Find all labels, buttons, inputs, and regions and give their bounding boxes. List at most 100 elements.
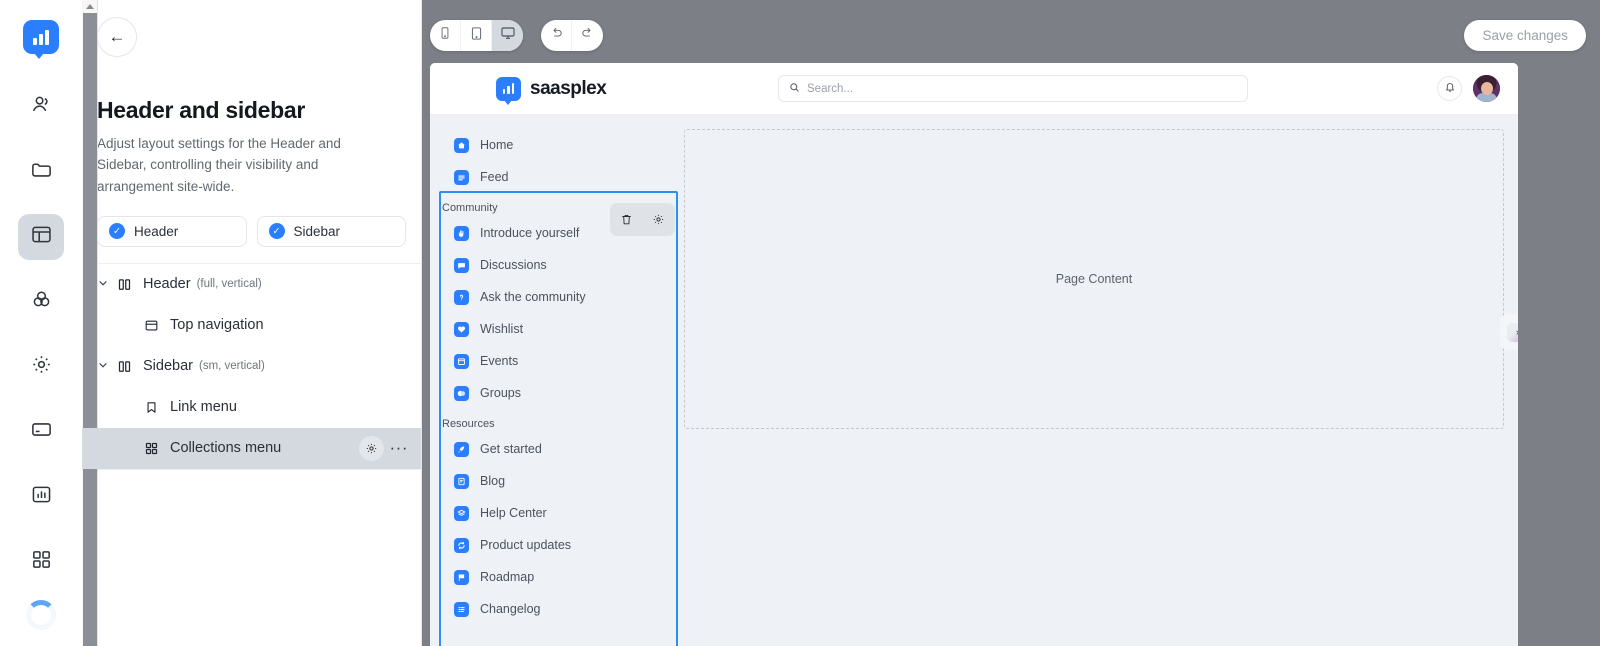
bar-chart-logo-icon	[23, 20, 59, 59]
list-icon	[454, 601, 469, 617]
preview-menu-item-changelog[interactable]: Changelog	[430, 593, 678, 625]
arrow-left-icon: ←	[108, 27, 126, 46]
page-content-placeholder[interactable]: Page Content	[684, 129, 1504, 429]
rail-item-layout[interactable]	[18, 214, 64, 260]
preview-menu-item-get-started[interactable]: Get started	[430, 433, 678, 465]
gear-icon[interactable]	[358, 435, 384, 461]
checkbox-header[interactable]: ✓ Header	[97, 215, 247, 247]
rail-item-analytics[interactable]	[18, 474, 64, 520]
divider	[82, 468, 421, 470]
preview-menu-item-help-center[interactable]: Help Center	[430, 497, 678, 529]
device-mobile-button[interactable]	[430, 20, 461, 51]
tree-item-label: Top navigation	[170, 317, 264, 334]
tree-item-link-menu[interactable]: Link menu	[82, 387, 421, 428]
preview-menu-item-blog[interactable]: Blog	[430, 465, 678, 497]
calendar-icon	[454, 353, 469, 369]
preview-menu-item-home[interactable]: Home	[430, 129, 678, 161]
check-icon: ✓	[268, 223, 285, 240]
app-logo-button[interactable]	[18, 14, 64, 60]
home-icon	[454, 137, 469, 153]
redo-button[interactable]	[572, 20, 603, 51]
bar-chart-logo-icon	[496, 76, 521, 105]
tree-item-top-navigation[interactable]: Top navigation	[82, 305, 421, 346]
tree-item-header[interactable]: Header (full, vertical)	[82, 264, 421, 305]
preview-menu-item-wishlist[interactable]: Wishlist	[430, 313, 678, 345]
rocket-icon	[454, 441, 469, 457]
preview-menu-label: Wishlist	[480, 322, 524, 336]
preview-menu-label: Home	[480, 138, 514, 152]
preview-menu-item-roadmap[interactable]: Roadmap	[430, 561, 678, 593]
rail-item-settings[interactable]	[18, 344, 64, 390]
tree-row-actions: ···	[358, 435, 408, 461]
preview-menu-label: Groups	[480, 386, 521, 400]
preview-menu-item-groups[interactable]: Groups	[430, 377, 678, 409]
gear-icon[interactable]	[652, 213, 665, 226]
preview-group-label-resources: Resources	[442, 418, 495, 430]
site-preview: saasplex Search... Home Feed Community I…	[430, 63, 1518, 646]
scroll-up-arrow[interactable]	[85, 4, 94, 9]
avatar[interactable]	[1473, 75, 1500, 102]
folder-icon	[30, 158, 53, 186]
trash-icon[interactable]	[620, 213, 633, 226]
chevron-down-icon[interactable]	[97, 277, 117, 292]
page-description: Adjust layout settings for the Header an…	[97, 136, 341, 194]
preview-menu-item-events[interactable]: Events	[430, 345, 678, 377]
page-content-label: Page Content	[1055, 272, 1133, 286]
checkbox-sidebar[interactable]: ✓ Sidebar	[256, 215, 406, 247]
document-icon	[454, 473, 469, 489]
tree-item-collections-menu[interactable]: Collections menu ···	[82, 427, 421, 469]
preview-menu-label: Blog	[480, 474, 506, 488]
collapse-icon: ›‹	[1507, 322, 1518, 342]
more-options-icon[interactable]: ···	[390, 439, 408, 456]
selection-toolbar	[610, 203, 675, 236]
chart-box-icon	[30, 483, 53, 511]
grid-apps-icon	[30, 548, 53, 576]
rail-item-apps[interactable]	[18, 539, 64, 585]
check-icon: ✓	[109, 223, 125, 240]
preview-sidebar: Home Feed Community Introduce yourself D…	[430, 115, 678, 646]
preview-menu-label: Changelog	[480, 602, 541, 616]
tree-item-meta: (full, vertical)	[196, 278, 262, 291]
notifications-button[interactable]	[1437, 76, 1462, 101]
settings-panel: ← Header and sidebar Adjust layout setti…	[82, 0, 422, 646]
tree-item-label: Sidebar	[143, 358, 193, 375]
icon-rail	[0, 0, 82, 646]
chevron-down-icon[interactable]	[97, 359, 117, 374]
page-title: Header and sidebar	[97, 97, 306, 123]
rail-item-circles[interactable]	[18, 279, 64, 325]
search-input[interactable]: Search...	[778, 75, 1248, 102]
checkbox-sidebar-label: Sidebar	[293, 223, 341, 239]
layout-tree: Header (full, vertical) Top navigation S…	[82, 262, 421, 470]
layers-icon	[454, 505, 469, 521]
phone-icon	[438, 26, 452, 45]
rail-item-people[interactable]	[18, 84, 64, 130]
preview-menu-label: Feed	[480, 170, 509, 184]
preview-menu-item-ask-the-community[interactable]: Ask the community	[430, 281, 678, 313]
columns-icon	[117, 277, 143, 292]
rail-item-billing[interactable]	[18, 409, 64, 455]
device-switcher	[430, 20, 523, 51]
save-changes-button[interactable]: Save changes	[1464, 20, 1586, 51]
site-brand-name: saasplex	[530, 77, 607, 99]
panel-collapse-handle[interactable]: ›‹	[1500, 314, 1518, 350]
preview-menu-label: Ask the community	[480, 290, 586, 304]
top-nav-icon	[144, 318, 170, 333]
rail-item-folder[interactable]	[18, 149, 64, 195]
back-button[interactable]: ←	[97, 17, 137, 57]
undo-button[interactable]	[541, 20, 572, 51]
history-controls	[541, 20, 603, 51]
tree-item-sidebar[interactable]: Sidebar (sm, vertical)	[82, 346, 421, 387]
device-tablet-button[interactable]	[461, 20, 492, 51]
chat-bubble-icon	[454, 257, 469, 273]
tree-item-meta: (sm, vertical)	[198, 360, 265, 373]
preview-menu-item-discussions[interactable]: Discussions	[430, 249, 678, 281]
preview-header: saasplex Search...	[430, 63, 1518, 115]
preview-menu-item-product-updates[interactable]: Product updates	[430, 529, 678, 561]
save-changes-label: Save changes	[1482, 28, 1568, 43]
bookmark-icon	[144, 400, 170, 415]
site-logo[interactable]: saasplex	[496, 76, 607, 105]
search-icon	[789, 82, 800, 96]
preview-menu-item-feed[interactable]: Feed	[430, 161, 678, 193]
undo-icon	[549, 26, 564, 46]
device-desktop-button[interactable]	[492, 20, 523, 51]
